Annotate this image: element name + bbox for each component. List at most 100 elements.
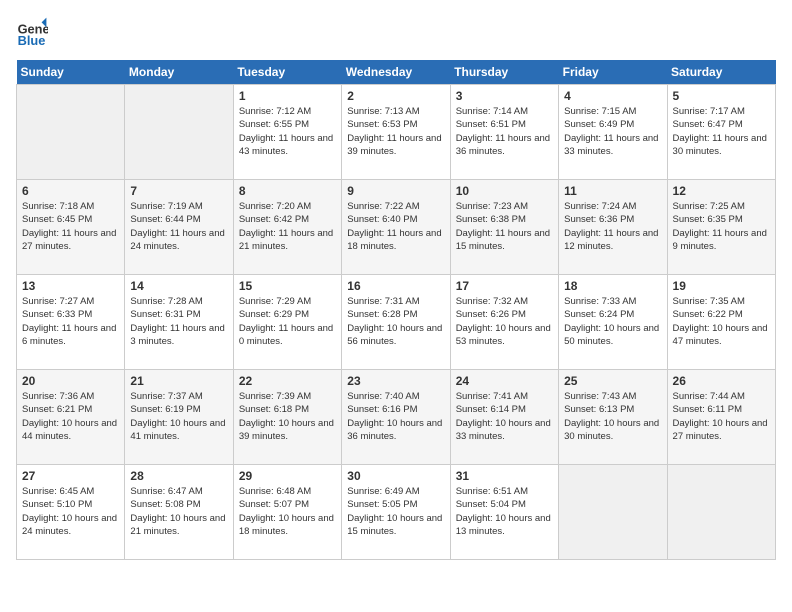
day-header-thursday: Thursday [450,60,558,85]
day-info: Sunrise: 6:47 AM Sunset: 5:08 PM Dayligh… [130,485,227,538]
calendar-week-4: 20 Sunrise: 7:36 AM Sunset: 6:21 PM Dayli… [17,370,776,465]
day-number: 31 [456,469,553,483]
calendar-cell: 22 Sunrise: 7:39 AM Sunset: 6:18 PM Dayli… [233,370,341,465]
day-number: 21 [130,374,227,388]
calendar-cell: 17Sunrise: 7:32 AM Sunset: 6:26 PM Dayli… [450,275,558,370]
calendar-cell: 7 Sunrise: 7:19 AM Sunset: 6:44 PM Daylig… [125,180,233,275]
day-number: 19 [673,279,770,293]
day-number: 4 [564,89,661,103]
day-info: Sunrise: 6:45 AM Sunset: 5:10 PM Dayligh… [22,485,119,538]
day-info: Sunrise: 7:31 AM Sunset: 6:28 PM Dayligh… [347,295,444,348]
day-header-wednesday: Wednesday [342,60,450,85]
calendar-cell: 23 Sunrise: 7:40 AM Sunset: 6:16 PM Dayli… [342,370,450,465]
calendar-cell [559,465,667,560]
calendar-week-1: 1Sunrise: 7:12 AM Sunset: 6:55 PM Daylig… [17,85,776,180]
calendar-cell: 24 Sunrise: 7:41 AM Sunset: 6:14 PM Dayli… [450,370,558,465]
day-number: 25 [564,374,661,388]
day-number: 27 [22,469,119,483]
day-info: Sunrise: 7:41 AM Sunset: 6:14 PM Dayligh… [456,390,553,443]
day-number: 30 [347,469,444,483]
day-info: Sunrise: 7:39 AM Sunset: 6:18 PM Dayligh… [239,390,336,443]
day-info: Sunrise: 7:15 AM Sunset: 6:49 PM Dayligh… [564,105,661,158]
day-number: 17 [456,279,553,293]
calendar-cell: 18Sunrise: 7:33 AM Sunset: 6:24 PM Dayli… [559,275,667,370]
day-number: 20 [22,374,119,388]
calendar-cell: 4 Sunrise: 7:15 AM Sunset: 6:49 PM Daylig… [559,85,667,180]
day-number: 24 [456,374,553,388]
day-number: 2 [347,89,444,103]
calendar-cell: 11 Sunrise: 7:24 AM Sunset: 6:36 PM Dayli… [559,180,667,275]
day-info: Sunrise: 7:24 AM Sunset: 6:36 PM Dayligh… [564,200,661,253]
day-info: Sunrise: 7:29 AM Sunset: 6:29 PM Dayligh… [239,295,336,348]
day-info: Sunrise: 7:43 AM Sunset: 6:13 PM Dayligh… [564,390,661,443]
day-info: Sunrise: 7:17 AM Sunset: 6:47 PM Dayligh… [673,105,770,158]
day-number: 26 [673,374,770,388]
day-number: 29 [239,469,336,483]
calendar-cell [667,465,775,560]
calendar-cell: 1Sunrise: 7:12 AM Sunset: 6:55 PM Daylig… [233,85,341,180]
day-info: Sunrise: 7:12 AM Sunset: 6:55 PM Dayligh… [239,105,336,158]
day-header-friday: Friday [559,60,667,85]
day-info: Sunrise: 7:27 AM Sunset: 6:33 PM Dayligh… [22,295,119,348]
calendar-cell: 19 Sunrise: 7:35 AM Sunset: 6:22 PM Dayli… [667,275,775,370]
day-number: 28 [130,469,227,483]
day-number: 15 [239,279,336,293]
day-header-monday: Monday [125,60,233,85]
day-info: Sunrise: 7:14 AM Sunset: 6:51 PM Dayligh… [456,105,553,158]
calendar-cell [125,85,233,180]
day-number: 11 [564,184,661,198]
day-number: 23 [347,374,444,388]
calendar-week-3: 13 Sunrise: 7:27 AM Sunset: 6:33 PM Dayli… [17,275,776,370]
day-info: Sunrise: 6:48 AM Sunset: 5:07 PM Dayligh… [239,485,336,538]
calendar-cell: 5 Sunrise: 7:17 AM Sunset: 6:47 PM Daylig… [667,85,775,180]
day-info: Sunrise: 7:19 AM Sunset: 6:44 PM Dayligh… [130,200,227,253]
calendar-cell: 14 Sunrise: 7:28 AM Sunset: 6:31 PM Dayli… [125,275,233,370]
day-number: 16 [347,279,444,293]
day-info: Sunrise: 7:36 AM Sunset: 6:21 PM Dayligh… [22,390,119,443]
day-info: Sunrise: 7:23 AM Sunset: 6:38 PM Dayligh… [456,200,553,253]
day-number: 5 [673,89,770,103]
day-info: Sunrise: 7:37 AM Sunset: 6:19 PM Dayligh… [130,390,227,443]
day-info: Sunrise: 7:28 AM Sunset: 6:31 PM Dayligh… [130,295,227,348]
calendar-cell: 3Sunrise: 7:14 AM Sunset: 6:51 PM Daylig… [450,85,558,180]
day-info: Sunrise: 7:40 AM Sunset: 6:16 PM Dayligh… [347,390,444,443]
day-number: 12 [673,184,770,198]
calendar-header-row: SundayMondayTuesdayWednesdayThursdayFrid… [17,60,776,85]
calendar-week-5: 27 Sunrise: 6:45 AM Sunset: 5:10 PM Dayli… [17,465,776,560]
calendar-cell: 31 Sunrise: 6:51 AM Sunset: 5:04 PM Dayli… [450,465,558,560]
calendar-cell [17,85,125,180]
calendar-cell: 15 Sunrise: 7:29 AM Sunset: 6:29 PM Dayli… [233,275,341,370]
day-number: 6 [22,184,119,198]
calendar-cell: 26Sunrise: 7:44 AM Sunset: 6:11 PM Dayli… [667,370,775,465]
day-number: 7 [130,184,227,198]
calendar-cell: 10Sunrise: 7:23 AM Sunset: 6:38 PM Dayli… [450,180,558,275]
logo-icon: General Blue [16,16,48,48]
day-number: 22 [239,374,336,388]
calendar-cell: 6 Sunrise: 7:18 AM Sunset: 6:45 PM Daylig… [17,180,125,275]
day-header-tuesday: Tuesday [233,60,341,85]
day-header-sunday: Sunday [17,60,125,85]
svg-text:Blue: Blue [18,33,46,48]
day-info: Sunrise: 6:51 AM Sunset: 5:04 PM Dayligh… [456,485,553,538]
calendar-cell: 27 Sunrise: 6:45 AM Sunset: 5:10 PM Dayli… [17,465,125,560]
day-number: 14 [130,279,227,293]
day-info: Sunrise: 7:20 AM Sunset: 6:42 PM Dayligh… [239,200,336,253]
day-header-saturday: Saturday [667,60,775,85]
day-info: Sunrise: 6:49 AM Sunset: 5:05 PM Dayligh… [347,485,444,538]
logo: General Blue [16,16,52,48]
calendar-cell: 30 Sunrise: 6:49 AM Sunset: 5:05 PM Dayli… [342,465,450,560]
calendar-cell: 21 Sunrise: 7:37 AM Sunset: 6:19 PM Dayli… [125,370,233,465]
day-info: Sunrise: 7:18 AM Sunset: 6:45 PM Dayligh… [22,200,119,253]
day-info: Sunrise: 7:35 AM Sunset: 6:22 PM Dayligh… [673,295,770,348]
day-info: Sunrise: 7:33 AM Sunset: 6:24 PM Dayligh… [564,295,661,348]
calendar-cell: 8 Sunrise: 7:20 AM Sunset: 6:42 PM Daylig… [233,180,341,275]
day-info: Sunrise: 7:22 AM Sunset: 6:40 PM Dayligh… [347,200,444,253]
calendar-cell: 12Sunrise: 7:25 AM Sunset: 6:35 PM Dayli… [667,180,775,275]
calendar-cell: 13 Sunrise: 7:27 AM Sunset: 6:33 PM Dayli… [17,275,125,370]
calendar-week-2: 6 Sunrise: 7:18 AM Sunset: 6:45 PM Daylig… [17,180,776,275]
day-number: 8 [239,184,336,198]
day-number: 13 [22,279,119,293]
calendar-cell: 25 Sunrise: 7:43 AM Sunset: 6:13 PM Dayli… [559,370,667,465]
calendar-cell: 2Sunrise: 7:13 AM Sunset: 6:53 PM Daylig… [342,85,450,180]
page-header: General Blue [16,16,776,48]
